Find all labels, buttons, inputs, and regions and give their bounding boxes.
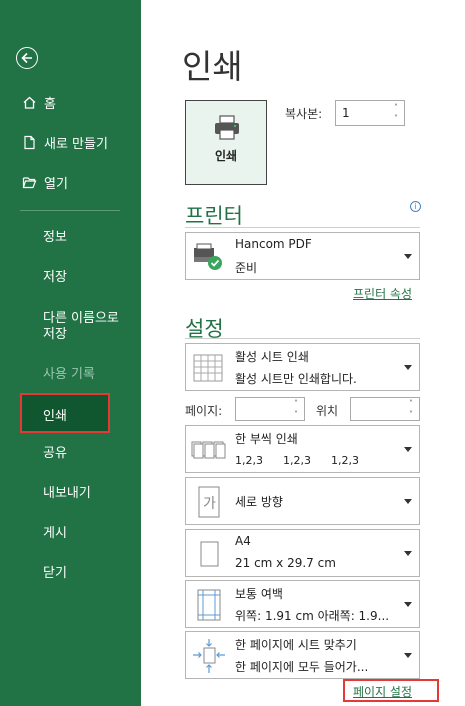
sidebar-item-close[interactable]: 닫기 (43, 566, 67, 582)
collated-pages-icon (191, 432, 227, 468)
printer-section-title: 프린터 (185, 204, 243, 228)
sheet-grid-icon (191, 350, 227, 386)
sidebar-item-print[interactable]: 인쇄 (20, 393, 110, 433)
chevron-down-icon (404, 447, 412, 452)
pages-label: 페이지: (185, 404, 223, 418)
scaling-detail: 한 페이지에 모두 들어가... (235, 660, 369, 674)
chevron-down-icon (404, 499, 412, 504)
home-icon (20, 93, 38, 111)
sidebar-item-label: 다른 이름으로 (43, 311, 119, 326)
collation-title: 한 부씩 인쇄 (235, 432, 298, 446)
copies-label: 복사본: (285, 107, 323, 121)
pages-to-spinner[interactable]: ˄ ˅ (405, 398, 417, 420)
scaling-dropdown[interactable]: 한 페이지에 시트 맞추기 한 페이지에 모두 들어가... (185, 631, 420, 679)
page-setup-link[interactable]: 페이지 설정 (353, 683, 412, 700)
collation-order-2: 1,2,3 (283, 454, 311, 467)
printer-dropdown[interactable]: Hancom PDF 준비 (185, 232, 420, 280)
back-arrow-icon[interactable] (16, 47, 38, 69)
collation-order-1: 1,2,3 (235, 454, 263, 467)
fit-to-page-icon (191, 638, 227, 674)
sidebar-item-new[interactable]: 새로 만들기 (20, 130, 108, 154)
paper-size-dropdown[interactable]: A4 21 cm x 29.7 cm (185, 529, 420, 577)
paper-size-dimensions: 21 cm x 29.7 cm (235, 556, 336, 570)
printer-properties-link[interactable]: 프린터 속성 (353, 285, 412, 302)
sidebar-item-label: 열기 (44, 176, 68, 192)
chevron-down-icon (404, 254, 412, 259)
sidebar-item-share[interactable]: 공유 (43, 446, 67, 462)
copies-input[interactable]: 1 ˄ ˅ (335, 100, 405, 126)
folder-open-icon (20, 173, 38, 191)
sidebar-item-label: 새로 만들기 (44, 136, 108, 152)
printer-ready-icon (191, 239, 227, 275)
sidebar-item-label: 인쇄 (43, 409, 67, 424)
pages-from-spinner[interactable]: ˄ ˅ (290, 398, 302, 420)
sidebar-item-save-as[interactable]: 다른 이름으로 저장 (43, 311, 119, 343)
print-button[interactable]: 인쇄 (185, 100, 267, 185)
print-what-subtitle: 활성 시트만 인쇄합니다. (235, 372, 357, 386)
section-divider (185, 227, 420, 228)
margins-detail: 위쪽: 1.91 cm 아래쪽: 1.9... (235, 609, 390, 623)
pages-to-input[interactable]: ˄ ˅ (350, 397, 420, 421)
sidebar-item-publish[interactable]: 게시 (43, 526, 67, 542)
sidebar-item-home[interactable]: 홈 (20, 90, 56, 114)
sidebar-item-open[interactable]: 열기 (20, 170, 68, 194)
paper-size-icon (191, 536, 227, 572)
chevron-down-icon (404, 551, 412, 556)
section-divider (185, 338, 420, 339)
chevron-down-icon (404, 365, 412, 370)
orientation-title: 세로 방향 (235, 495, 283, 509)
pages-from-input[interactable]: ˄ ˅ (235, 397, 305, 421)
scaling-title: 한 페이지에 시트 맞추기 (235, 638, 357, 652)
print-what-title: 활성 시트 인쇄 (235, 350, 309, 364)
print-what-dropdown[interactable]: 활성 시트 인쇄 활성 시트만 인쇄합니다. (185, 343, 420, 391)
printer-status: 준비 (235, 261, 258, 275)
info-icon[interactable]: i (410, 201, 421, 212)
position-label: 위치 (316, 404, 339, 418)
new-document-icon (20, 133, 38, 151)
collation-dropdown[interactable]: 한 부씩 인쇄 1,2,3 1,2,3 1,2,3 (185, 425, 420, 473)
svg-text:가: 가 (203, 496, 216, 512)
chevron-down-icon (404, 653, 412, 658)
printer-name: Hancom PDF (235, 237, 312, 251)
margins-dropdown[interactable]: 보통 여백 위쪽: 1.91 cm 아래쪽: 1.9... (185, 580, 420, 628)
chevron-down-icon (404, 602, 412, 607)
sidebar-item-label: 저장 (43, 327, 67, 342)
orientation-dropdown[interactable]: 가 세로 방향 (185, 477, 420, 525)
sidebar-item-save[interactable]: 저장 (43, 270, 67, 286)
margins-title: 보통 여백 (235, 587, 283, 601)
portrait-orientation-icon: 가 (191, 484, 227, 520)
print-button-label: 인쇄 (214, 149, 238, 163)
backstage-sidebar: 홈 새로 만들기 열기 정보 저장 다른 이름으로 저장 사용 기록 인쇄 공유… (0, 0, 141, 706)
collation-order-3: 1,2,3 (331, 454, 359, 467)
sidebar-item-history: 사용 기록 (43, 367, 95, 382)
copies-spinner[interactable]: ˄ ˅ (390, 102, 402, 124)
sidebar-divider (20, 210, 120, 211)
sidebar-item-label: 홈 (44, 96, 56, 112)
sidebar-item-export[interactable]: 내보내기 (43, 486, 91, 502)
copies-value: 1 (342, 106, 350, 120)
sidebar-item-info[interactable]: 정보 (43, 230, 67, 246)
printer-icon (213, 115, 241, 145)
paper-size-title: A4 (235, 534, 251, 548)
margins-icon (191, 587, 227, 623)
page-title: 인쇄 (182, 47, 243, 86)
